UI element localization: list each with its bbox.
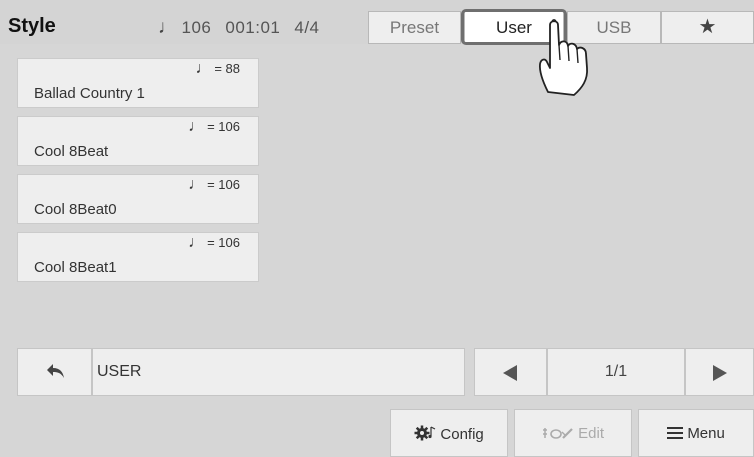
back-arrow-icon: [47, 364, 64, 378]
back-button[interactable]: [17, 348, 92, 396]
tempo-info: ♩ 106 001:01 4/4: [158, 17, 320, 39]
time-signature: 4/4: [294, 18, 320, 37]
style-name: Cool 8Beat: [34, 143, 109, 160]
style-edit-icon: [542, 428, 573, 439]
tab-preset[interactable]: Preset: [368, 11, 461, 44]
style-item[interactable]: ♩ = 106 Cool 8Beat0: [17, 174, 259, 224]
style-tempo: = 88: [214, 61, 240, 76]
star-icon: ★: [698, 16, 717, 38]
config-button[interactable]: Config: [390, 409, 508, 457]
prev-page-button[interactable]: [474, 348, 547, 396]
triangle-left-icon: [503, 365, 517, 381]
edit-button[interactable]: Edit: [514, 409, 632, 457]
quarter-note-icon: ♩: [188, 118, 205, 135]
path-display: USER: [92, 348, 465, 396]
hamburger-icon: [667, 427, 684, 439]
page-title: Style: [8, 15, 56, 37]
menu-button[interactable]: Menu: [638, 409, 754, 457]
style-name: Ballad Country 1: [34, 85, 145, 102]
page-indicator: 1/1: [547, 348, 685, 396]
style-tempo: = 106: [207, 235, 240, 250]
style-item[interactable]: ♩ = 106 Cool 8Beat1: [17, 232, 259, 282]
quarter-note-icon: ♩: [188, 234, 205, 251]
pointing-hand-icon: [538, 19, 588, 96]
tab-favorites[interactable]: ★: [661, 11, 754, 44]
tempo-value: 106: [181, 18, 212, 37]
next-page-button[interactable]: [685, 348, 754, 396]
style-item[interactable]: ♩ = 88 Ballad Country 1: [17, 58, 259, 108]
gear-icon: [414, 425, 436, 441]
edit-label: Edit: [578, 425, 605, 442]
menu-label: Menu: [687, 425, 725, 442]
style-tempo: = 106: [207, 177, 240, 192]
style-name: Cool 8Beat1: [34, 259, 117, 276]
path-label: USER: [97, 363, 142, 380]
title-bar: Style ♩ 106 001:01 4/4 Preset User USB ★: [0, 0, 754, 45]
config-label: Config: [440, 426, 484, 443]
triangle-right-icon: [713, 365, 727, 381]
quarter-note-icon: ♩: [158, 17, 178, 38]
style-tempo: = 106: [207, 119, 240, 134]
quarter-note-icon: ♩: [188, 176, 205, 193]
quarter-note-icon: ♩: [195, 60, 212, 77]
page-number: 1/1: [604, 363, 628, 380]
measure-value: 001:01: [225, 18, 281, 37]
style-name: Cool 8Beat0: [34, 201, 117, 218]
style-item[interactable]: ♩ = 106 Cool 8Beat: [17, 116, 259, 166]
